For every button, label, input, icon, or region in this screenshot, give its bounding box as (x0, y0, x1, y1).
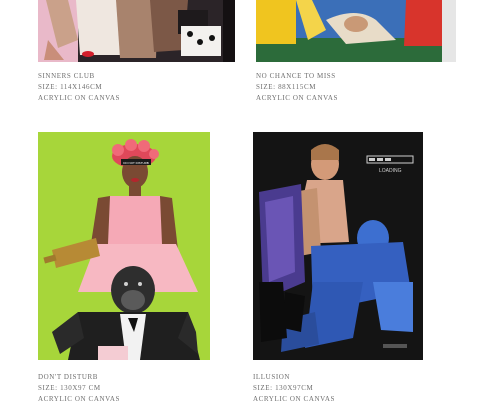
artwork-title[interactable]: ILLUSION (253, 372, 335, 383)
artwork-size: SIZE: 114X146CM (38, 83, 103, 91)
artwork-caption-illusion: ILLUSION SIZE: 130X97CM ACRYLIC ON CANVA… (253, 372, 335, 405)
artwork-medium: ACRYLIC ON CANVAS (256, 94, 339, 102)
artwork-size: SIZE: 130X97CM (253, 384, 314, 392)
artwork-image-illusion[interactable]: LOADING (253, 132, 423, 360)
artwork-caption-dont-disturb: DON'T DISTURB SIZE: 130X97 CM ACRYLIC ON… (38, 372, 120, 405)
artwork-size: SIZE: 88X115CM (256, 83, 317, 91)
artwork-caption-no-chance-to-miss: NO CHANCE TO MISS SIZE: 88X115CM ACRYLIC… (256, 71, 338, 104)
artwork-image-sinners-club[interactable] (38, 0, 235, 62)
loading-text: LOADING (379, 168, 402, 174)
artwork-image-dont-disturb[interactable]: DO NOT DISTURB (38, 132, 210, 360)
artwork-title[interactable]: DON'T DISTURB (38, 372, 120, 383)
artwork-size: SIZE: 130X97 CM (38, 384, 101, 392)
artwork-title[interactable]: SINNERS CLUB (38, 71, 120, 82)
artwork-image-no-chance-to-miss[interactable] (256, 0, 456, 62)
artwork-caption-sinners-club: SINNERS CLUB SIZE: 114X146CM ACRYLIC ON … (38, 71, 120, 104)
sign-text: DO NOT DISTURB (123, 161, 149, 165)
artwork-medium: ACRYLIC ON CANVAS (38, 94, 121, 102)
artwork-title[interactable]: NO CHANCE TO MISS (256, 71, 338, 82)
